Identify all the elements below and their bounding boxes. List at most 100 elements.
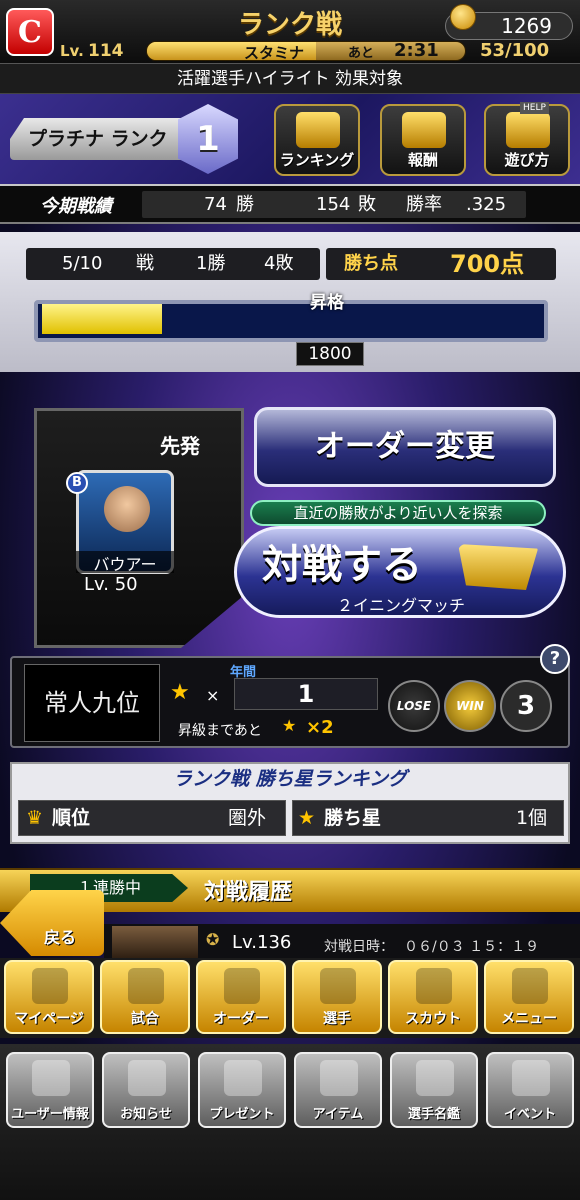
nav-items-label: アイテム [312,1107,364,1122]
promotion-need-value: ×2 [306,717,334,738]
ranking-rank-value: 圏外 [228,807,267,829]
nav-players-label: 選手 [323,1011,351,1027]
team-logo[interactable]: C [6,8,54,56]
nav-notices[interactable]: お知らせ [102,1052,190,1128]
nav-mypage[interactable]: マイページ [4,960,94,1034]
stamina-label: スタミナ [244,44,305,62]
season-wins: 74 [204,194,227,215]
battle-date: ０６/０３ １５：１９ [404,939,540,955]
star-icon: ★ [298,807,316,829]
level-crest-icon: ✪ [206,930,220,949]
nav-present-label: プレゼント [209,1107,275,1122]
ranking-stars-label: 勝ち星 [324,807,382,829]
reward-button-label: 報酬 [407,151,438,169]
nav-event[interactable]: イベント [486,1052,574,1128]
menu-robot-icon [512,968,548,1004]
stamina-remaining-prefix: あと [348,46,375,61]
nav-player-book[interactable]: 選手名鑑 [390,1052,478,1128]
win-icon: WIN [444,680,496,732]
match-wins: 1勝 [196,253,226,274]
ranking-rank-label: 順位 [52,807,91,829]
item-book-icon [320,1060,358,1096]
scout-icon [416,968,452,1004]
vs-icon [458,544,538,590]
lineup-icon [224,968,260,1004]
battle-sub-label: ２イニングマッチ [336,596,465,615]
order-change-button[interactable]: オーダー変更 [254,407,556,487]
player-book-icon [416,1060,454,1096]
event-strip[interactable]: 活躍選手ハイライト 効果対象 [0,64,580,94]
match-progress: 5/10 [62,253,103,274]
ranking-button-label: ランキング [279,151,355,169]
lose-label: LOSE [396,699,432,713]
nav-present[interactable]: プレゼント [198,1052,286,1128]
ranking-button[interactable]: ランキング [274,104,360,176]
how-to-play-button-label: 遊び方 [504,151,550,169]
search-hint: 直近の勝敗がより近い人を探索 [250,500,546,526]
stamina-time: 2:31 [394,40,439,61]
player-portrait [104,486,150,532]
season-rate: .325 [466,194,507,215]
help-tag: HELP [520,102,549,114]
nav-user-info-label: ユーザー情報 [11,1107,89,1122]
season-losses-unit: 敗 [358,194,376,215]
battle-label: 対戦する [262,542,422,588]
history-title: 対戦履歴 [204,880,293,905]
nav-match[interactable]: 試合 [100,960,190,1034]
order-change-label: オーダー変更 [315,429,495,464]
promotion-target: 1800 [296,342,364,366]
season-rate-label: 勝率 [406,194,442,215]
season-label: 今期戦績 [40,196,112,217]
stamina-count: 53/100 [480,40,550,61]
crown-icon [296,112,340,148]
player-level-label: Lv. 50 [84,574,138,595]
how-to-play-button[interactable]: 遊び方 [484,104,570,176]
nav-players[interactable]: 選手 [292,960,382,1034]
starter-label: 先発 [160,434,200,458]
star-multiplier: × [206,686,220,705]
points-label: 勝ち点 [344,253,398,274]
points-value: 700点 [450,250,525,278]
nav-menu[interactable]: メニュー [484,960,574,1034]
nav-mypage-label: マイページ [14,1011,84,1027]
promotion-label: 昇格 [310,293,344,313]
streak-count: 3 [500,680,552,732]
nav-items[interactable]: アイテム [294,1052,382,1128]
opponent-avatar [112,926,198,960]
page-title: ランク戦 [237,10,342,40]
ranking-title: ランク戦 勝ち星ランキング [172,768,408,790]
season-losses: 154 [316,194,351,215]
season-wins-unit: 勝 [236,194,254,215]
lose-icon: LOSE [388,680,440,732]
player-level: 114 [88,41,124,61]
nav-user-info[interactable]: ユーザー情報 [6,1052,94,1128]
promotion-fill [42,304,162,334]
nav-match-label: 試合 [131,1011,159,1027]
reward-button[interactable]: 報酬 [380,104,466,176]
ranking-stars-value: 1個 [516,807,548,829]
home-icon [32,968,68,1004]
emblem-text: 常人九位 [44,689,140,717]
nav-order-label: オーダー [213,1011,269,1027]
rank-number: 1 [196,119,220,159]
nav-menu-label: メニュー [501,1011,557,1027]
star-small-icon: ★ [282,716,297,735]
crown-small-icon: ♛ [26,807,44,829]
help-robot-icon [506,112,550,148]
opponent-level: Lv.136 [232,932,292,953]
level-prefix: Lv. [60,42,84,60]
promotion-need-label: 昇級まであと [178,723,262,739]
star-icon: ★ [170,680,190,705]
nav-scout[interactable]: スカウト [388,960,478,1034]
coin-icon [450,4,476,30]
baseball-diamond-icon [128,968,164,1004]
nav-order[interactable]: オーダー [196,960,286,1034]
player-icon [320,968,356,1004]
help-icon[interactable]: ? [540,644,570,674]
star-count: 1 [234,678,378,710]
treasure-chest-icon [402,112,446,148]
battle-date-label: 対戦日時： [324,939,394,955]
player-type-badge: B [66,472,88,494]
match-progress-unit: 戦 [136,253,154,274]
notice-icon [128,1060,166,1096]
